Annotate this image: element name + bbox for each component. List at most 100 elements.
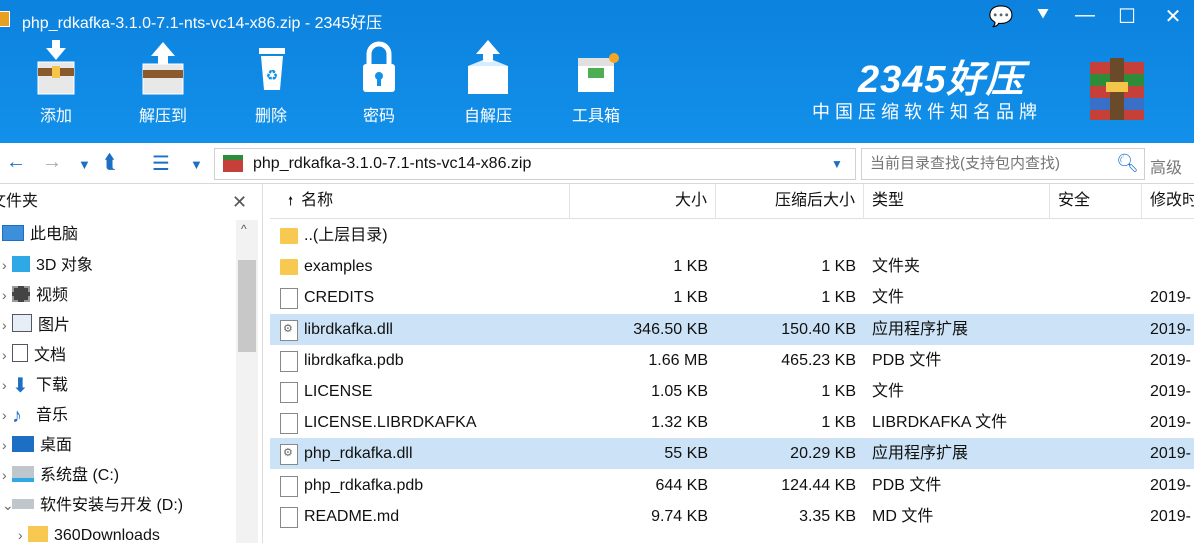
- file-name: php_rdkafka.dll: [304, 445, 413, 463]
- desktop-icon: [12, 436, 34, 452]
- collapse-icon[interactable]: ⌄: [2, 490, 14, 520]
- scroll-up-icon[interactable]: ^: [241, 222, 247, 236]
- dll-file-icon: [280, 319, 298, 341]
- column-size[interactable]: 大小: [570, 184, 716, 218]
- file-packed-size: 3.35 KB: [799, 507, 856, 525]
- expand-icon[interactable]: ›: [2, 400, 12, 430]
- file-type: [864, 220, 1050, 251]
- expand-icon[interactable]: ›: [2, 430, 12, 460]
- column-name[interactable]: 🠕 名称: [270, 184, 570, 218]
- folder-icon: [280, 228, 298, 244]
- column-security[interactable]: 安全: [1050, 184, 1142, 218]
- file-name: CREDITS: [304, 289, 375, 307]
- tree-item-label: 文档: [34, 347, 67, 364]
- file-size: 346.50 KB: [633, 320, 708, 338]
- file-row[interactable]: php_rdkafka.pdb 644 KB 124.44 KB PDB 文件 2019…: [270, 470, 1194, 501]
- file-size: [570, 220, 716, 251]
- tree-item-pictures[interactable]: › 图片: [2, 310, 70, 340]
- file-type: MD 文件: [872, 507, 934, 525]
- file-row[interactable]: LICENSE 1.05 KB 1 KB 文件 2019-: [270, 376, 1194, 407]
- file-size: 1.05 KB: [651, 383, 708, 400]
- file-packed-size: 1 KB: [821, 414, 856, 432]
- path-dropdown-icon[interactable]: ▼: [831, 157, 843, 171]
- tree-item-desktop[interactable]: › 桌面: [2, 430, 72, 460]
- file-name: examples: [304, 258, 373, 276]
- tree-item-this-pc[interactable]: 此电脑: [2, 220, 78, 250]
- up-folder-icon[interactable]: ⮬: [104, 151, 116, 174]
- menu-dropdown-icon[interactable]: ⯆: [1028, 4, 1058, 27]
- tree-item-video[interactable]: › 视频: [2, 280, 68, 310]
- delete-button[interactable]: ♻ 删除: [229, 40, 313, 126]
- view-list-icon[interactable]: ☰: [152, 151, 170, 176]
- file-row[interactable]: librdkafka.pdb 1.66 MB 465.23 KB PDB 文件 2019…: [270, 345, 1194, 376]
- expand-icon[interactable]: ›: [2, 460, 12, 490]
- brand-slogan: 中国压缩软件知名品牌: [812, 102, 1042, 122]
- extract-to-button[interactable]: 解压到: [121, 40, 205, 126]
- file-row[interactable]: ..(上层目录): [270, 220, 1194, 251]
- path-field[interactable]: php_rdkafka-3.1.0-7.1-nts-vc14-x86.zip ▼: [214, 148, 856, 180]
- self-extract-button[interactable]: 自解压: [446, 40, 530, 126]
- file-row[interactable]: LICENSE.LIBRDKAFKA 1.32 KB 1 KB LIBRDKAFKA …: [270, 407, 1194, 438]
- scroll-thumb[interactable]: [238, 260, 256, 352]
- video-icon: [12, 286, 30, 302]
- expand-icon[interactable]: ›: [2, 250, 12, 280]
- file-row[interactable]: CREDITS 1 KB 1 KB 文件 2019-: [270, 282, 1194, 313]
- file-packed-size: 1 KB: [821, 258, 856, 276]
- expand-icon[interactable]: ›: [2, 310, 12, 340]
- tree-item-d-drive[interactable]: ⌄ 软件安装与开发 (D:): [2, 490, 183, 520]
- 3d-objects-icon: [12, 256, 30, 272]
- maximize-button[interactable]: ☐: [1112, 4, 1142, 29]
- password-label: 密码: [362, 108, 395, 125]
- file-name: LICENSE: [304, 383, 373, 400]
- expand-icon[interactable]: ›: [18, 520, 28, 543]
- advanced-search-link[interactable]: 高级: [1150, 154, 1182, 178]
- sidebar-scrollbar[interactable]: ^: [236, 220, 258, 543]
- tree-item-3d-objects[interactable]: › 3D 对象: [2, 250, 93, 280]
- column-modified[interactable]: 修改时: [1142, 184, 1194, 218]
- file-packed-size: 150.40 KB: [781, 320, 856, 338]
- feedback-icon[interactable]: 💬: [986, 4, 1016, 29]
- tree-item-system-drive[interactable]: › 系统盘 (C:): [2, 460, 119, 490]
- tree-item-label: 音乐: [36, 407, 69, 424]
- app-icon: [0, 11, 10, 27]
- column-packed-size[interactable]: 压缩后大小: [716, 184, 864, 218]
- file-packed-size: 124.44 KB: [781, 476, 856, 494]
- archive-box-icon: [1082, 52, 1150, 124]
- drive-icon: [12, 499, 34, 509]
- tree-item-360downloads[interactable]: › 360Downloads: [18, 520, 160, 543]
- file-row[interactable]: php_rdkafka.dll 55 KB 20.29 KB 应用程序扩展 2019-: [270, 438, 1194, 470]
- forward-arrow-icon[interactable]: →: [42, 151, 62, 174]
- search-input[interactable]: [868, 154, 1112, 173]
- folder-icon: [280, 259, 298, 276]
- close-button[interactable]: ✕: [1158, 4, 1188, 29]
- tree-item-music[interactable]: › ♪ 音乐: [2, 400, 68, 430]
- column-name-label: 名称: [301, 192, 334, 209]
- file-modified: [1142, 220, 1194, 251]
- toolbox-button[interactable]: 工具箱: [554, 40, 638, 126]
- expand-icon[interactable]: ›: [2, 370, 12, 400]
- tree-item-documents[interactable]: › 文档: [2, 340, 66, 370]
- file-row[interactable]: README.md 9.74 KB 3.35 KB MD 文件 2019-: [270, 501, 1194, 532]
- expand-icon[interactable]: ›: [2, 280, 12, 310]
- view-dropdown-icon[interactable]: ▼: [190, 157, 203, 172]
- computer-icon: [2, 225, 24, 241]
- zip-archive-icon: [223, 155, 243, 172]
- tree-item-downloads[interactable]: › ⬇ 下载: [2, 370, 68, 400]
- back-arrow-icon[interactable]: ←: [6, 151, 26, 174]
- search-icon[interactable]: 🔍︎: [1116, 153, 1139, 174]
- expand-icon[interactable]: ›: [2, 340, 12, 370]
- file-icon: [280, 350, 298, 372]
- system-drive-icon: [12, 466, 34, 482]
- delete-label: 删除: [254, 108, 287, 125]
- lock-icon: [349, 40, 409, 96]
- file-modified: 2019-: [1150, 507, 1191, 525]
- file-row[interactable]: librdkafka.dll 346.50 KB 150.40 KB 应用程序扩展 20…: [270, 313, 1194, 345]
- add-button[interactable]: 添加: [14, 40, 98, 126]
- file-modified: 2019-: [1150, 351, 1191, 369]
- minimize-button[interactable]: —: [1070, 4, 1100, 27]
- file-row[interactable]: examples 1 KB 1 KB 文件夹: [270, 251, 1194, 282]
- close-icon[interactable]: ✕: [232, 184, 247, 220]
- history-dropdown-icon[interactable]: ▼: [78, 157, 91, 172]
- password-button[interactable]: 密码: [337, 40, 421, 126]
- column-type[interactable]: 类型: [864, 184, 1050, 218]
